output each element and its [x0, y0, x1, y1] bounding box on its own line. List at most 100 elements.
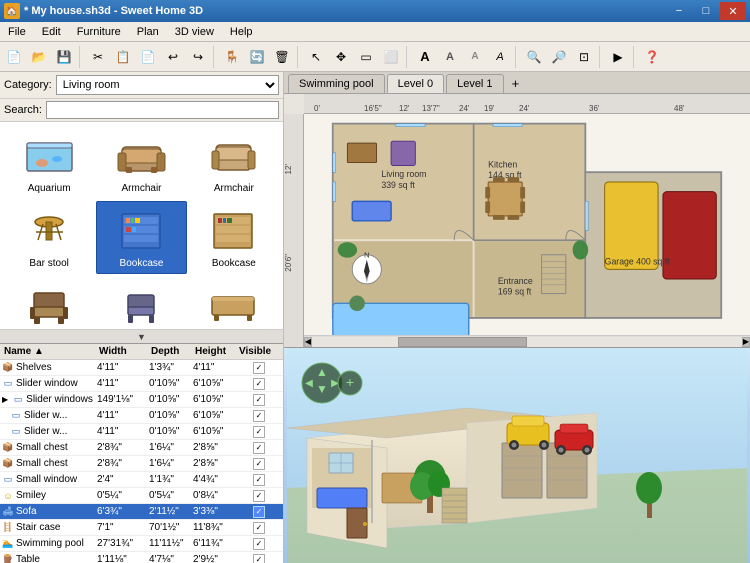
col-height[interactable]: Height: [193, 345, 237, 358]
3d-scene-svg: ▲ ▼ ◀ ▶ +: [284, 348, 750, 563]
visible-check[interactable]: [253, 442, 265, 454]
menu-help[interactable]: Help: [222, 22, 261, 41]
category-row: Category: Living room Bedroom Kitchen Ba…: [0, 72, 283, 99]
view-3d[interactable]: ▲ ▼ ◀ ▶ +: [284, 348, 750, 563]
close-button[interactable]: ✕: [720, 2, 746, 20]
table-row[interactable]: ▶▭Slider windows 149'1⅛"0'10⅝"6'10⅝": [0, 392, 283, 408]
col-width[interactable]: Width: [97, 345, 149, 358]
undo-button[interactable]: ↩: [161, 45, 185, 69]
text-tool3[interactable]: A: [463, 45, 487, 69]
zoom-in-button[interactable]: 🔍: [522, 45, 546, 69]
visible-check[interactable]: [253, 506, 265, 518]
table-row[interactable]: ☺Smiley 0'5¼"0'5¼"0'8¼": [0, 488, 283, 504]
plan-canvas[interactable]: N Living room 339 sq ft Kitchen 144 sq f…: [304, 114, 750, 347]
furniture-item-coffeetable[interactable]: Coffee table: [189, 276, 279, 329]
table-row[interactable]: 📦Small chest 2'8¾"1'6¼"2'8⅝": [0, 456, 283, 472]
svg-text:169 sq ft: 169 sq ft: [498, 287, 532, 297]
table-row[interactable]: ▭Small window 2'4"1'1¾"4'4¾": [0, 472, 283, 488]
menu-edit[interactable]: Edit: [34, 22, 69, 41]
text-tool4[interactable]: A: [488, 45, 512, 69]
visible-check[interactable]: [253, 474, 265, 486]
visible-check[interactable]: [253, 362, 265, 374]
minimize-button[interactable]: −: [666, 2, 692, 20]
visible-check[interactable]: [253, 426, 265, 438]
table-row[interactable]: ▭Slider window 4'11"0'10⅝"6'10⅝": [0, 376, 283, 392]
add-furniture-button[interactable]: 🪑: [220, 45, 244, 69]
cut-button[interactable]: ✂: [86, 45, 110, 69]
furniture-item-bookcase1[interactable]: Bookcase: [96, 201, 186, 274]
furniture-item-aquarium[interactable]: Aquarium: [4, 126, 94, 199]
maximize-button[interactable]: □: [693, 2, 719, 20]
furniture-label-armchair1: Armchair: [121, 183, 161, 194]
table-row[interactable]: 🏊Swimming pool 27'31¾"11'11½"6'11¾": [0, 536, 283, 552]
category-select[interactable]: Living room Bedroom Kitchen Bathroom Out…: [56, 75, 279, 95]
h-scrollbar[interactable]: ◀ ▶: [304, 335, 750, 347]
search-label: Search:: [4, 104, 42, 116]
furniture-item-bookcase2[interactable]: Bookcase: [189, 201, 279, 274]
copy-button[interactable]: 📋: [111, 45, 135, 69]
menu-file[interactable]: File: [0, 22, 34, 41]
visible-check[interactable]: [253, 538, 265, 550]
visible-check[interactable]: [253, 394, 265, 406]
search-input[interactable]: [46, 101, 279, 119]
visible-check[interactable]: [253, 554, 265, 563]
zoom-out-button[interactable]: 🔎: [547, 45, 571, 69]
floor-plan[interactable]: 0' 12' 24' 16'5" 13'7" 24' 36' 48' 19' 1…: [284, 94, 750, 348]
col-depth[interactable]: Depth: [149, 345, 193, 358]
menu-plan[interactable]: Plan: [129, 22, 167, 41]
room-tool[interactable]: ⬜: [379, 45, 403, 69]
rotate-button[interactable]: 🔄: [245, 45, 269, 69]
3d-view-button[interactable]: ▶: [606, 45, 630, 69]
open-button[interactable]: 📂: [27, 45, 51, 69]
visible-check[interactable]: [253, 522, 265, 534]
sep1: [79, 46, 83, 68]
visible-check[interactable]: [253, 458, 265, 470]
text-tool[interactable]: A: [413, 45, 437, 69]
visible-check[interactable]: [253, 490, 265, 502]
furniture-item-chair2[interactable]: Chair: [96, 276, 186, 329]
pan-tool[interactable]: ✥: [329, 45, 353, 69]
new-button[interactable]: 📄: [2, 45, 26, 69]
furniture-thumb-bookcase2: [204, 206, 264, 256]
furniture-thumb-chair2: [111, 281, 171, 329]
scroll-down-arrow[interactable]: ▼: [0, 329, 283, 343]
table-row-selected[interactable]: 🛋Sofa 6'3¾"2'11½"3'3⅜": [0, 504, 283, 520]
add-tab-button[interactable]: +: [506, 74, 526, 93]
delete-button[interactable]: 🗑: [270, 45, 294, 69]
window-title: * My house.sh3d - Sweet Home 3D: [24, 5, 203, 17]
svg-text:◀: ◀: [305, 378, 313, 389]
zoom-fit-button[interactable]: ⊡: [572, 45, 596, 69]
table-row[interactable]: 📦Small chest 2'8¾"1'6¼"2'8⅝": [0, 440, 283, 456]
furniture-item-armchair1[interactable]: Armchair: [96, 126, 186, 199]
svg-text:Living room: Living room: [381, 169, 426, 179]
tab-level0[interactable]: Level 0: [387, 74, 444, 93]
table-row[interactable]: 📦Shelves 4'11"1'3¾"4'11": [0, 360, 283, 376]
visible-check[interactable]: [253, 410, 265, 422]
tab-level1[interactable]: Level 1: [446, 74, 503, 93]
menu-3dview[interactable]: 3D view: [167, 22, 222, 41]
visible-check[interactable]: [253, 378, 265, 390]
app-icon: 🏠: [4, 3, 20, 19]
text-tool2[interactable]: A: [438, 45, 462, 69]
select-tool[interactable]: ↖: [304, 45, 328, 69]
table-row[interactable]: ▭Slider w... 4'11"0'10⅝"6'10⅝": [0, 408, 283, 424]
wall-tool[interactable]: ▭: [354, 45, 378, 69]
table-row[interactable]: 🪜Stair case 7'1"70'1½"11'8¾": [0, 520, 283, 536]
tab-swimming-pool[interactable]: Swimming pool: [288, 74, 385, 93]
col-name[interactable]: Name ▲: [2, 345, 97, 358]
table-row[interactable]: 🪵Table 1'11⅛"4'7⅛"2'9½": [0, 552, 283, 563]
save-button[interactable]: 💾: [52, 45, 76, 69]
table-row[interactable]: ▭Slider w... 4'11"0'10⅝"6'10⅝": [0, 424, 283, 440]
help-button[interactable]: ❓: [640, 45, 664, 69]
svg-text:N: N: [364, 251, 370, 260]
furniture-item-barstool[interactable]: Bar stool: [4, 201, 94, 274]
furniture-thumb-chair1: [19, 281, 79, 329]
floor-plan-svg: N Living room 339 sq ft Kitchen 144 sq f…: [304, 114, 750, 347]
menu-furniture[interactable]: Furniture: [69, 22, 129, 41]
furniture-item-armchair2[interactable]: Armchair: [189, 126, 279, 199]
redo-button[interactable]: ↪: [186, 45, 210, 69]
paste-button[interactable]: 📄: [136, 45, 160, 69]
furniture-item-chair1[interactable]: Chair: [4, 276, 94, 329]
svg-text:Garage 400 sq ft: Garage 400 sq ft: [605, 256, 671, 266]
col-visible[interactable]: Visible: [237, 345, 281, 358]
